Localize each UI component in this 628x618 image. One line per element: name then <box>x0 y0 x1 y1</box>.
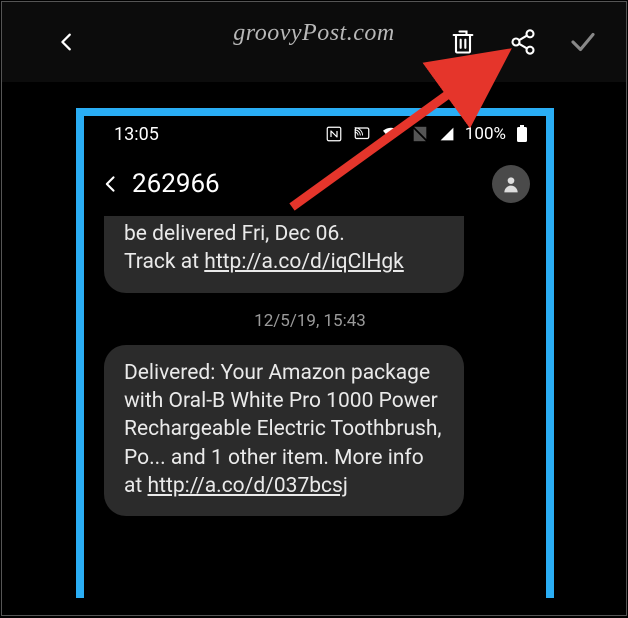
check-icon <box>568 27 598 57</box>
battery-percentage: 100% <box>465 124 506 144</box>
screenshot-frame: groovyPost.com 13:05 100% <box>1 1 627 616</box>
phone-screenshot: 13:05 100% 262966 <box>84 116 546 598</box>
message-bubble[interactable]: Delivered: Your Amazon package with Oral… <box>104 345 464 517</box>
cast-icon <box>353 125 371 143</box>
chevron-left-icon <box>56 31 78 53</box>
person-icon <box>501 174 521 194</box>
conversation-title: 262966 <box>132 169 492 199</box>
trash-icon <box>449 28 477 56</box>
crop-area[interactable]: 13:05 100% 262966 <box>76 108 554 598</box>
wifi-icon <box>381 126 401 142</box>
confirm-button[interactable] <box>564 23 602 61</box>
share-icon <box>509 28 537 56</box>
status-bar: 13:05 100% <box>84 116 546 152</box>
status-icons: 100% <box>325 124 528 144</box>
message-bubble[interactable]: be delivered Fri, Dec 06. Track at http:… <box>104 216 464 293</box>
signal-icon <box>439 126 455 142</box>
message-text: be delivered Fri, Dec 06. <box>124 222 345 246</box>
message-timestamp: 12/5/19, 15:43 <box>84 311 536 331</box>
status-time: 13:05 <box>114 124 325 145</box>
message-thread: be delivered Fri, Dec 06. Track at http:… <box>84 216 546 516</box>
conversation-header: 262966 <box>84 152 546 216</box>
contact-avatar[interactable] <box>492 165 530 203</box>
chevron-left-icon <box>101 174 121 194</box>
delete-button[interactable] <box>444 23 482 61</box>
share-button[interactable] <box>504 23 542 61</box>
conversation-back-button[interactable] <box>94 174 128 194</box>
message-link[interactable]: http://a.co/d/037bcsj <box>148 474 348 498</box>
nfc-icon <box>325 125 343 143</box>
editor-toolbar <box>2 2 626 82</box>
no-sim-icon <box>411 125 429 143</box>
battery-icon <box>516 125 528 143</box>
message-text: Track at <box>124 250 204 274</box>
back-button[interactable] <box>48 23 86 61</box>
message-link[interactable]: http://a.co/d/iqClHgk <box>204 250 404 274</box>
